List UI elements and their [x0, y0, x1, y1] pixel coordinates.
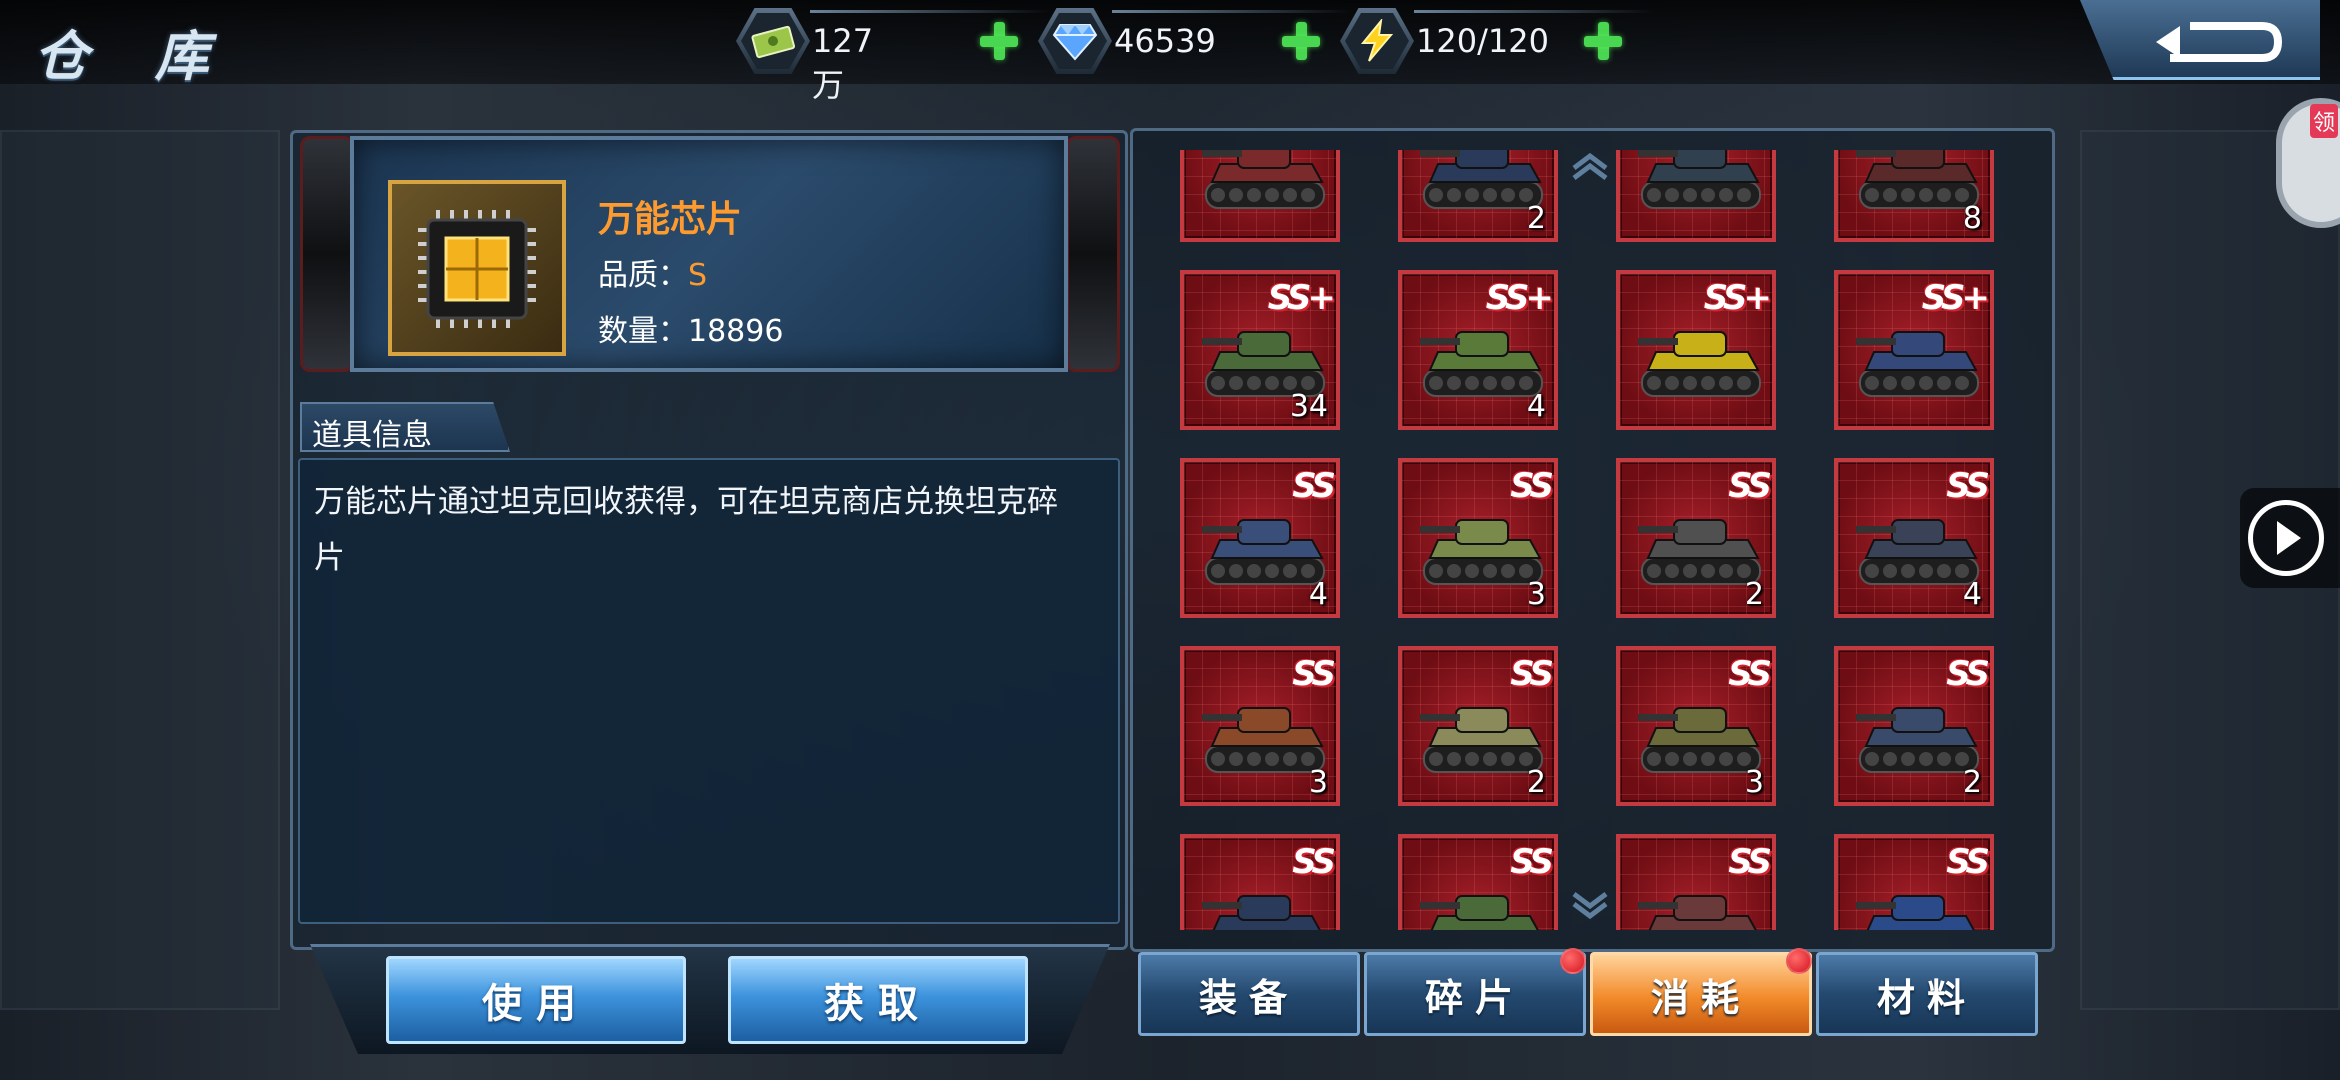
rank-badge: SS+ [1267, 278, 1336, 318]
top-bar: 仓 库 127万 46539 120/120 [0, 0, 2340, 104]
quality-label: 品质： [598, 258, 688, 293]
scroll-down-icon[interactable] [1570, 890, 1610, 920]
play-icon [2248, 500, 2324, 576]
inventory-item[interactable]: SS 3 [1616, 646, 1776, 806]
item-count-label: 2 [1526, 765, 1546, 800]
inventory-item[interactable]: SS+ [1616, 270, 1776, 430]
tab-fragments[interactable]: 碎片 [1364, 952, 1586, 1036]
inventory-item[interactable]: SS+ 34 [1180, 270, 1340, 430]
tank-icon [1638, 331, 1761, 397]
rank-badge: SS [1946, 842, 1990, 882]
item-count-label: 4 [1308, 577, 1328, 612]
rank-badge: SS [1728, 654, 1772, 694]
item-count-label: 3 [1526, 577, 1546, 612]
item-count-label: 4 [1962, 577, 1982, 612]
consumables-notification-dot [1786, 948, 1812, 974]
item-count-label: 3 [1744, 765, 1764, 800]
cash-icon [736, 8, 810, 74]
item-count-label: 34 [1289, 389, 1328, 424]
warehouse-screen: 仓 库 127万 46539 120/120 万能芯片 品质：S 数量：1889… [0, 0, 2340, 1080]
rank-badge: SS [1946, 466, 1990, 506]
tank-icon [1856, 331, 1979, 397]
rank-badge: SS [1292, 842, 1336, 882]
back-arrow-icon [2156, 22, 2283, 62]
rank-badge: SS [1292, 466, 1336, 506]
inventory-item[interactable] [1180, 150, 1340, 242]
energy-value: 120/120 [1416, 22, 1549, 60]
tab-equipment[interactable]: 装备 [1138, 952, 1360, 1036]
inventory-item[interactable]: SS 2 [1834, 646, 1994, 806]
item-count-label: 4 [1526, 389, 1546, 424]
use-button[interactable]: 使用 [386, 956, 686, 1044]
rank-badge: SS+ [1485, 278, 1554, 318]
add-cash-button[interactable] [976, 18, 1022, 64]
count-label: 数量： [598, 314, 688, 349]
inventory-item[interactable]: SS+ 4 [1398, 270, 1558, 430]
rank-badge: SS+ [1703, 278, 1772, 318]
back-button[interactable] [2080, 0, 2320, 80]
inventory-item[interactable]: 2 [1398, 150, 1558, 242]
rank-badge: SS [1510, 842, 1554, 882]
inventory-item[interactable]: 8 [1834, 150, 1994, 242]
tab-consumables[interactable]: 消耗 [1590, 952, 1812, 1036]
item-count-label: 3 [1308, 765, 1328, 800]
add-diamond-button[interactable] [1278, 18, 1324, 64]
item-info-tab: 道具信息 [300, 402, 510, 452]
rank-badge: SS [1292, 654, 1336, 694]
left-clamp [300, 136, 354, 372]
rank-badge: SS [1728, 842, 1772, 882]
inventory-item[interactable]: SS+ [1834, 270, 1994, 430]
page-title: 仓 库 [34, 25, 233, 88]
description-line-2: 片 [314, 540, 345, 576]
inventory-item[interactable]: SS 4 [1180, 458, 1340, 618]
rank-badge: SS [1728, 466, 1772, 506]
rank-badge: SS [1510, 654, 1554, 694]
gift-label: 领 [2310, 104, 2339, 138]
energy-icon [1340, 8, 1414, 74]
inventory-item[interactable]: SS 2 [1616, 458, 1776, 618]
item-quality: 品质：S [598, 250, 707, 294]
item-count-label: 2 [1744, 577, 1764, 612]
item-name: 万能芯片 [598, 199, 743, 240]
cash-value: 127万 [812, 22, 874, 104]
inventory-item[interactable]: SS 2 [1398, 646, 1558, 806]
play-button[interactable] [2240, 488, 2340, 588]
item-count: 数量：18896 [598, 306, 783, 350]
get-button[interactable]: 获取 [728, 956, 1028, 1044]
inventory-item[interactable]: SS 3 [1180, 646, 1340, 806]
background-left [0, 130, 280, 1010]
inventory-item[interactable] [1616, 150, 1776, 242]
item-count-label: 2 [1962, 765, 1982, 800]
inventory-item[interactable]: SS 4 [1834, 458, 1994, 618]
chip-icon [418, 210, 536, 328]
item-description: 万能芯片通过坦克回收获得，可在坦克商店兑换坦克碎 片 [298, 458, 1120, 924]
fragments-notification-dot [1560, 948, 1586, 974]
item-icon-frame [388, 180, 566, 356]
count-value: 18896 [688, 314, 784, 349]
diamond-icon [1038, 8, 1112, 74]
item-count-label: 2 [1526, 201, 1546, 236]
inventory-item[interactable]: SS 3 [1398, 458, 1558, 618]
rank-badge: SS [1946, 654, 1990, 694]
right-clamp [1066, 136, 1120, 372]
scroll-up-icon[interactable] [1570, 152, 1610, 182]
add-energy-button[interactable] [1580, 18, 1626, 64]
quality-value: S [688, 258, 708, 293]
description-line-1: 万能芯片通过坦克回收获得，可在坦克商店兑换坦克碎 [314, 484, 1058, 520]
rank-badge: SS [1510, 466, 1554, 506]
rank-badge: SS+ [1921, 278, 1990, 318]
tab-materials[interactable]: 材料 [1816, 952, 2038, 1036]
item-count-label: 8 [1962, 201, 1982, 236]
diamond-value: 46539 [1114, 22, 1216, 60]
